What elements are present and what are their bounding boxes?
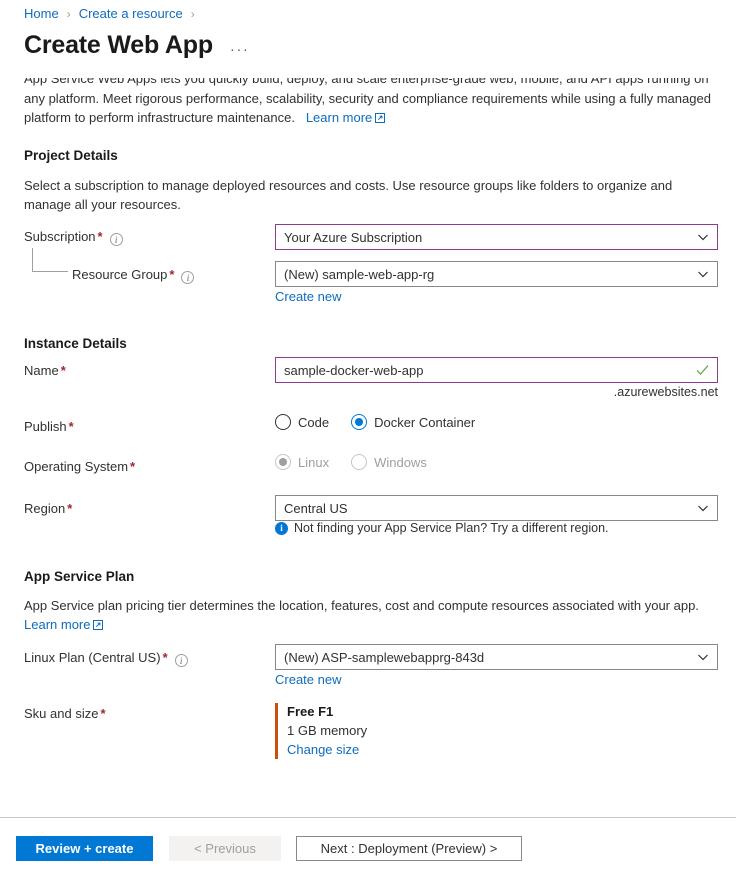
- resource-group-label-text: Resource Group: [72, 267, 168, 282]
- app-service-plan-description: App Service plan pricing tier determines…: [24, 596, 718, 634]
- page-title: Create Web App: [24, 31, 213, 59]
- name-label-text: Name: [24, 363, 59, 378]
- page-header: Create Web App ···: [24, 30, 249, 60]
- create-new-resource-group-link[interactable]: Create new: [275, 289, 341, 304]
- publish-radio-docker-container[interactable]: Docker Container: [351, 414, 475, 430]
- name-input-value: sample-docker-web-app: [284, 362, 424, 378]
- operating-system-label-text: Operating System: [24, 459, 129, 474]
- info-icon-subscription[interactable]: i: [109, 233, 123, 246]
- name-label: Name *: [24, 363, 66, 379]
- subscription-label: Subscription * i: [24, 229, 123, 246]
- name-input[interactable]: sample-docker-web-app: [275, 357, 718, 383]
- footer-divider: [0, 817, 736, 818]
- publish-radio-code[interactable]: Code: [275, 414, 329, 430]
- operating-system-label: Operating System *: [24, 459, 135, 475]
- publish-label-text: Publish: [24, 419, 67, 434]
- info-filled-icon: i: [275, 521, 288, 535]
- publish-radio-docker-container-label: Docker Container: [374, 414, 476, 430]
- tree-connector-icon: [32, 248, 68, 272]
- resource-group-dropdown[interactable]: (New) sample-web-app-rg: [275, 261, 718, 287]
- radio-icon: [275, 414, 291, 430]
- breadcrumb-separator-icon: ›: [66, 7, 71, 21]
- resource-group-value: (New) sample-web-app-rg: [284, 266, 435, 282]
- publish-label: Publish *: [24, 419, 74, 435]
- chevron-down-icon: [697, 268, 709, 280]
- change-size-link[interactable]: Change size: [287, 740, 359, 759]
- required-marker: *: [97, 229, 103, 244]
- app-service-plan-description-text: App Service plan pricing tier determines…: [24, 598, 699, 613]
- info-icon-linux-plan[interactable]: i: [174, 654, 188, 667]
- sku-memory: 1 GB memory: [287, 723, 368, 738]
- linux-plan-label-text: Linux Plan (Central US): [24, 650, 161, 665]
- chevron-down-icon: [697, 651, 709, 663]
- section-heading-project-details: Project Details: [24, 148, 118, 163]
- required-marker: *: [68, 419, 74, 434]
- region-hint: i Not finding your App Service Plan? Try…: [275, 521, 609, 535]
- radio-disabled-icon: [351, 454, 368, 470]
- sku-and-size-label: Sku and size *: [24, 706, 106, 722]
- required-marker: *: [169, 267, 175, 282]
- chevron-down-icon: [697, 231, 709, 243]
- sku-summary: Free F1 1 GB memory Change size: [275, 703, 367, 759]
- operating-system-radio-windows-label: Windows: [374, 454, 427, 470]
- resource-group-label: Resource Group * i: [72, 267, 195, 284]
- name-domain-suffix: .azurewebsites.net: [613, 385, 718, 399]
- learn-more-link-intro[interactable]: Learn more: [306, 110, 372, 125]
- required-marker: *: [162, 650, 168, 665]
- breadcrumb: Home › Create a resource ›: [24, 5, 203, 23]
- radio-selected-disabled-icon: [275, 454, 291, 470]
- breadcrumb-item-create-a-resource[interactable]: Create a resource: [79, 5, 183, 23]
- checkmark-valid-icon: [696, 364, 709, 376]
- radio-selected-icon: [351, 414, 368, 430]
- linux-plan-label: Linux Plan (Central US) * i: [24, 650, 188, 667]
- section-heading-instance-details: Instance Details: [24, 336, 127, 351]
- learn-more-link-app-service-plan[interactable]: Learn more: [24, 617, 90, 632]
- required-marker: *: [130, 459, 136, 474]
- subscription-dropdown[interactable]: Your Azure Subscription: [275, 224, 718, 250]
- publish-radio-group: Code Docker Container: [275, 414, 475, 430]
- section-heading-app-service-plan: App Service Plan: [24, 569, 135, 584]
- intro-description: App Service Web Apps lets you quickly bu…: [0, 78, 736, 132]
- breadcrumb-separator-icon: ›: [190, 7, 195, 21]
- region-value: Central US: [284, 500, 348, 516]
- required-marker: *: [60, 363, 66, 378]
- external-link-icon: [375, 113, 386, 123]
- linux-plan-dropdown[interactable]: (New) ASP-samplewebapprg-843d: [275, 644, 718, 670]
- sku-tier: Free F1: [287, 704, 334, 719]
- sku-and-size-label-text: Sku and size: [24, 706, 99, 721]
- subscription-label-text: Subscription: [24, 229, 96, 244]
- next-deployment-button[interactable]: Next : Deployment (Preview) >: [296, 836, 522, 861]
- footer-actions: Review + create < Previous Next : Deploy…: [16, 836, 522, 861]
- region-label: Region *: [24, 501, 72, 517]
- external-link-icon: [93, 620, 104, 630]
- subscription-value: Your Azure Subscription: [284, 229, 423, 245]
- previous-button: < Previous: [169, 836, 281, 861]
- required-marker: *: [67, 501, 73, 516]
- linux-plan-value: (New) ASP-samplewebapprg-843d: [284, 649, 485, 665]
- operating-system-radio-linux: Linux: [275, 454, 329, 470]
- info-icon-resource-group[interactable]: i: [181, 271, 195, 284]
- chevron-down-icon: [697, 502, 709, 514]
- review-create-button[interactable]: Review + create: [16, 836, 153, 861]
- operating-system-radio-windows: Windows: [351, 454, 427, 470]
- region-dropdown[interactable]: Central US: [275, 495, 718, 521]
- breadcrumb-item-home[interactable]: Home: [24, 5, 59, 23]
- operating-system-radio-linux-label: Linux: [298, 454, 330, 470]
- required-marker: *: [100, 706, 106, 721]
- region-label-text: Region: [24, 501, 66, 516]
- publish-radio-code-label: Code: [298, 414, 330, 430]
- operating-system-radio-group: Linux Windows: [275, 454, 427, 470]
- region-hint-text: Not finding your App Service Plan? Try a…: [294, 521, 609, 535]
- more-options-icon[interactable]: ···: [230, 42, 250, 57]
- create-new-app-service-plan-link[interactable]: Create new: [275, 672, 341, 687]
- project-details-description: Select a subscription to manage deployed…: [24, 178, 673, 212]
